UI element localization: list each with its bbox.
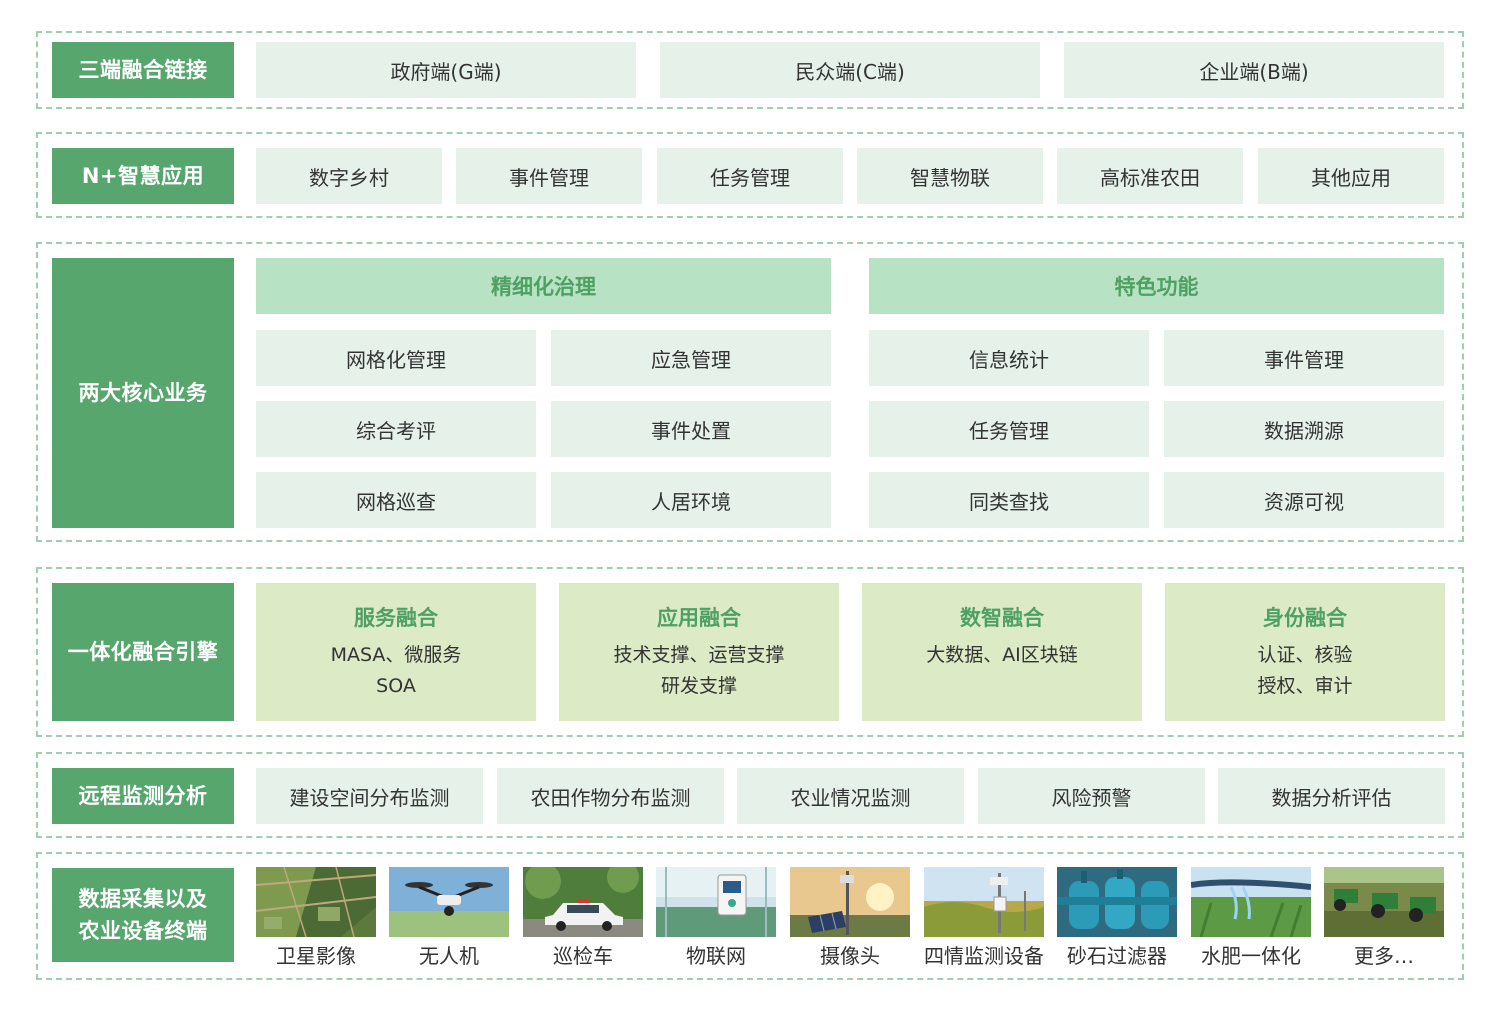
device-drone: 无人机 xyxy=(389,867,509,969)
engine-title: 服务融合 xyxy=(354,606,438,630)
device-iot: 物联网 xyxy=(656,867,776,969)
iot-device-icon xyxy=(656,867,776,937)
engine-title: 数智融合 xyxy=(960,606,1044,630)
monitor-label: 远程监测分析 xyxy=(52,768,234,824)
device-caption: 四情监测设备 xyxy=(924,944,1044,968)
devices-label-line: 数据采集以及 xyxy=(78,887,208,911)
core-item-box: 网格化管理 xyxy=(256,330,536,386)
monitor-box: 风险预警 xyxy=(978,768,1205,824)
app-box: 数字乡村 xyxy=(256,148,442,204)
device-caption: 更多… xyxy=(1354,944,1414,968)
monitor-box: 数据分析评估 xyxy=(1218,768,1445,824)
monitor-box: 农田作物分布监测 xyxy=(497,768,724,824)
core-item-box: 事件处置 xyxy=(551,401,831,457)
devices-label: 数据采集以及 农业设备终端 xyxy=(52,868,234,962)
engine-desc: 授权、审计 xyxy=(1257,675,1353,697)
device-caption: 摄像头 xyxy=(820,944,880,968)
engine-desc: 研发支撑 xyxy=(660,675,737,697)
monitoring-station-icon xyxy=(924,867,1044,937)
drone-icon xyxy=(389,867,509,937)
device-caption: 卫星影像 xyxy=(276,944,356,968)
engine-section: 一体化融合引擎 服务融合 MASA、微服务 SOA 应用融合 技术支撑、运营支撑… xyxy=(36,567,1464,737)
app-box: 高标准农田 xyxy=(1057,148,1243,204)
engine-desc: 认证、核验 xyxy=(1257,644,1353,666)
core-section: 两大核心业务 精细化治理 网格化管理 应急管理 综合考评 事件处置 网格巡查 人… xyxy=(36,242,1464,542)
patrol-car-icon xyxy=(523,867,643,937)
engine-application-box: 应用融合 技术支撑、运营支撑 研发支撑 xyxy=(559,583,839,721)
device-caption: 巡检车 xyxy=(553,944,613,968)
device-sand-filter: 砂石过滤器 xyxy=(1057,867,1177,969)
engine-title: 应用融合 xyxy=(657,606,741,630)
core-group-heading: 精细化治理 xyxy=(256,258,831,314)
core-item-box: 信息统计 xyxy=(869,330,1149,386)
core-item-box: 事件管理 xyxy=(1164,330,1444,386)
core-item-box: 应急管理 xyxy=(551,330,831,386)
device-more: 更多… xyxy=(1324,867,1444,969)
engine-service-box: 服务融合 MASA、微服务 SOA xyxy=(256,583,536,721)
sand-filter-icon xyxy=(1057,867,1177,937)
monitor-box: 农业情况监测 xyxy=(737,768,964,824)
tractors-icon xyxy=(1324,867,1444,937)
engine-identity-box: 身份融合 认证、核验 授权、审计 xyxy=(1165,583,1445,721)
monitor-section: 远程监测分析 建设空间分布监测 农田作物分布监测 农业情况监测 风险预警 数据分… xyxy=(36,752,1464,838)
app-box: 任务管理 xyxy=(657,148,843,204)
devices-label-line: 农业设备终端 xyxy=(78,919,208,943)
core-label: 两大核心业务 xyxy=(52,258,234,528)
engine-data-box: 数智融合 大数据、AI区块链 xyxy=(862,583,1142,721)
terminals-section: 三端融合链接 政府端(G端) 民众端(C端) 企业端(B端) xyxy=(36,31,1464,109)
device-fertigation: 水肥一体化 xyxy=(1191,867,1311,969)
apps-label: N+智慧应用 xyxy=(52,148,234,204)
core-item-box: 任务管理 xyxy=(869,401,1149,457)
device-caption: 无人机 xyxy=(419,944,479,968)
device-caption: 水肥一体化 xyxy=(1201,944,1301,968)
core-item-box: 资源可视 xyxy=(1164,472,1444,528)
device-caption: 物联网 xyxy=(686,944,746,968)
device-camera: 摄像头 xyxy=(790,867,910,969)
engine-desc: 技术支撑、运营支撑 xyxy=(613,644,785,666)
terminal-enterprise-box: 企业端(B端) xyxy=(1064,42,1444,98)
core-item-box: 同类查找 xyxy=(869,472,1149,528)
core-group-heading: 特色功能 xyxy=(869,258,1444,314)
engine-desc: 大数据、AI区块链 xyxy=(926,644,1078,666)
device-satellite: 卫星影像 xyxy=(256,867,376,969)
engine-desc: MASA、微服务 xyxy=(330,644,462,666)
monitor-box: 建设空间分布监测 xyxy=(256,768,483,824)
terminals-label: 三端融合链接 xyxy=(52,42,234,98)
app-box: 智慧物联 xyxy=(857,148,1043,204)
camera-solar-icon xyxy=(790,867,910,937)
engine-desc: SOA xyxy=(376,675,416,697)
core-item-box: 网格巡查 xyxy=(256,472,536,528)
terminal-government-box: 政府端(G端) xyxy=(256,42,636,98)
engine-title: 身份融合 xyxy=(1263,606,1347,630)
core-item-box: 人居环境 xyxy=(551,472,831,528)
core-item-box: 综合考评 xyxy=(256,401,536,457)
apps-section: N+智慧应用 数字乡村 事件管理 任务管理 智慧物联 高标准农田 其他应用 xyxy=(36,132,1464,218)
engine-label: 一体化融合引擎 xyxy=(52,583,234,721)
app-box: 其他应用 xyxy=(1258,148,1444,204)
core-item-box: 数据溯源 xyxy=(1164,401,1444,457)
app-box: 事件管理 xyxy=(456,148,642,204)
device-patrol-car: 巡检车 xyxy=(523,867,643,969)
fertigation-icon xyxy=(1191,867,1311,937)
device-monitoring: 四情监测设备 xyxy=(924,867,1044,969)
satellite-image-icon xyxy=(256,867,376,937)
terminal-public-box: 民众端(C端) xyxy=(660,42,1040,98)
device-caption: 砂石过滤器 xyxy=(1067,944,1167,968)
